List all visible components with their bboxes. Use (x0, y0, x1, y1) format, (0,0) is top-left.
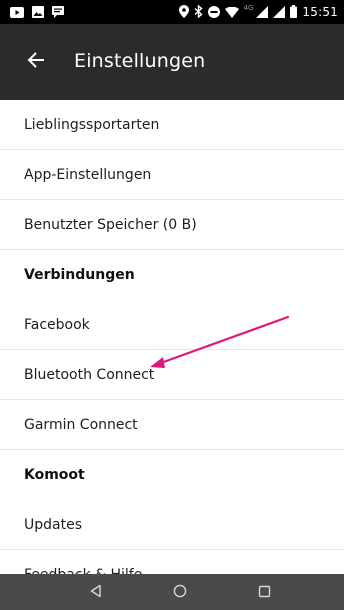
bluetooth-icon (194, 3, 203, 22)
notification-icons (10, 5, 64, 19)
settings-item-used-storage[interactable]: Benutzter Speicher (0 B) (0, 200, 344, 250)
settings-item-app-settings[interactable]: App-Einstellungen (0, 150, 344, 200)
section-header-komoot: Komoot (24, 467, 85, 483)
settings-item-facebook[interactable]: Facebook (0, 300, 344, 350)
signal-icon (273, 3, 286, 22)
clock-time: 15:51 (302, 5, 338, 19)
nav-recents-button[interactable] (234, 574, 294, 610)
section-header-connections: Verbindungen (24, 267, 135, 283)
settings-item-updates[interactable]: Updates (0, 500, 344, 550)
app-bar: Einstellungen (0, 24, 344, 100)
message-icon (52, 3, 64, 22)
settings-item-bluetooth-connect[interactable]: Bluetooth Connect (0, 350, 344, 400)
settings-item-garmin-connect[interactable]: Garmin Connect (0, 400, 344, 450)
arrow-back-icon (27, 51, 45, 73)
wifi-icon (224, 3, 239, 22)
signal-icon (256, 3, 269, 22)
recents-square-icon (258, 583, 271, 602)
youtube-icon (10, 3, 24, 22)
home-circle-icon (173, 583, 187, 602)
settings-item-favorite-sports[interactable]: Lieblingssportarten (0, 100, 344, 150)
settings-list: Lieblingssportarten App-Einstellungen Be… (0, 100, 344, 600)
back-button[interactable] (12, 40, 60, 84)
page-title: Einstellungen (74, 50, 206, 72)
location-icon (178, 3, 189, 22)
navigation-bar (0, 574, 344, 610)
back-triangle-icon (89, 583, 103, 602)
battery-icon (290, 3, 298, 22)
status-icons: 4G 15:51 (178, 3, 338, 22)
status-bar: 4G 15:51 (0, 0, 344, 24)
network-type-label: 4G (243, 4, 254, 12)
do-not-disturb-icon (207, 3, 220, 22)
nav-back-button[interactable] (66, 574, 126, 610)
image-icon (32, 3, 44, 22)
nav-home-button[interactable] (150, 574, 210, 610)
